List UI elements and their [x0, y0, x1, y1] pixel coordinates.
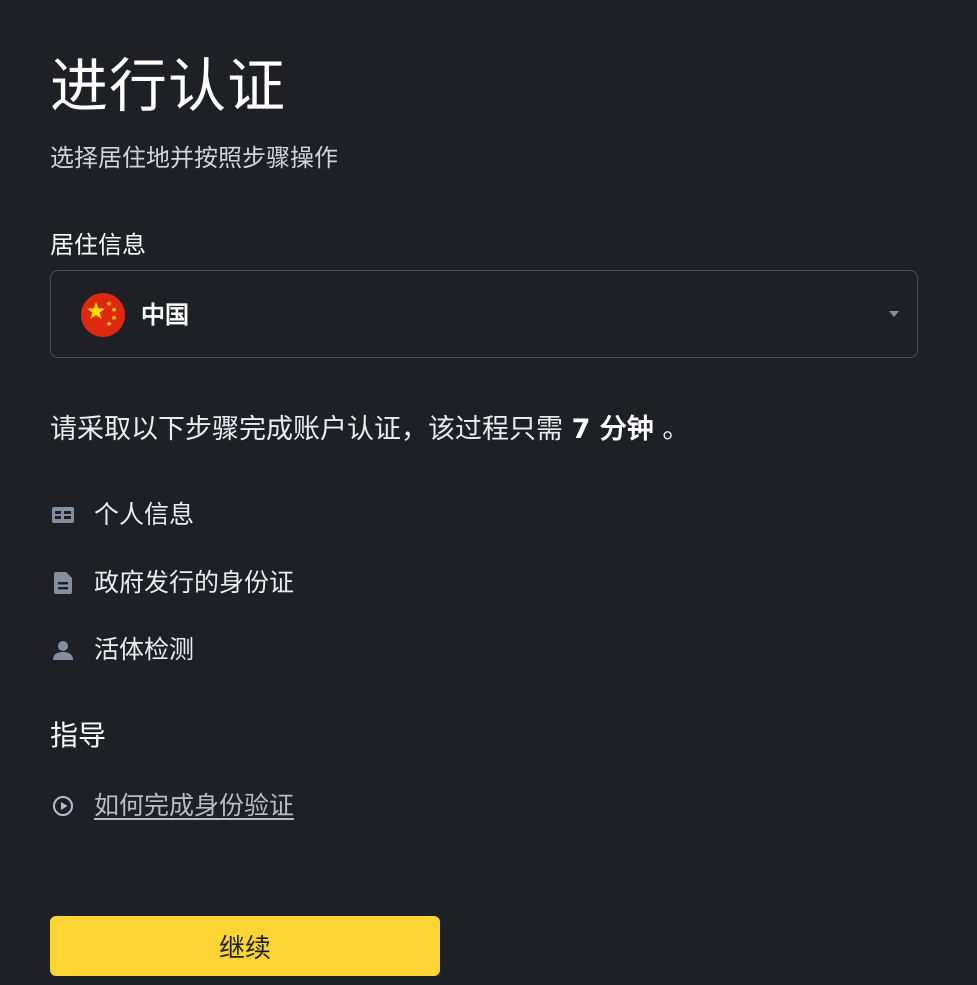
- intro-suffix: 。: [653, 414, 690, 445]
- intro-duration: 7 分钟: [571, 414, 654, 445]
- user-icon: [50, 637, 76, 663]
- intro-text: 请采取以下步骤完成账户认证，该过程只需: [50, 414, 572, 445]
- steps-intro: 请采取以下步骤完成账户认证，该过程只需 7 分钟 。: [50, 410, 689, 450]
- china-flag-icon: [81, 293, 125, 337]
- page-subtitle: 选择居住地并按照步骤操作: [50, 144, 338, 172]
- step-label: 政府发行的身份证: [94, 568, 295, 597]
- how-to-verify-link[interactable]: 如何完成身份验证: [50, 788, 294, 824]
- guide-title: 指导: [50, 719, 107, 752]
- country-select[interactable]: 中国: [50, 270, 918, 358]
- selected-country: 中国: [141, 301, 189, 329]
- document-icon: [50, 570, 76, 596]
- chevron-down-icon: [889, 311, 899, 317]
- step-label: 活体检测: [94, 635, 195, 664]
- step-liveness-check: 活体检测: [50, 632, 194, 668]
- step-personal-info: 个人信息: [50, 497, 194, 533]
- how-to-verify-label: 如何完成身份验证: [94, 791, 295, 820]
- id-card-icon: [50, 502, 76, 528]
- residence-label: 居住信息: [50, 231, 146, 259]
- step-label: 个人信息: [94, 500, 195, 529]
- verification-page: 进行认证 选择居住地并按照步骤操作 居住信息 中国 请采取以下步骤完成账户认证，…: [0, 0, 977, 985]
- play-circle-icon: [50, 793, 76, 819]
- step-government-id: 政府发行的身份证: [50, 565, 294, 601]
- page-title: 进行认证: [50, 52, 287, 120]
- continue-button[interactable]: 继续: [50, 916, 440, 976]
